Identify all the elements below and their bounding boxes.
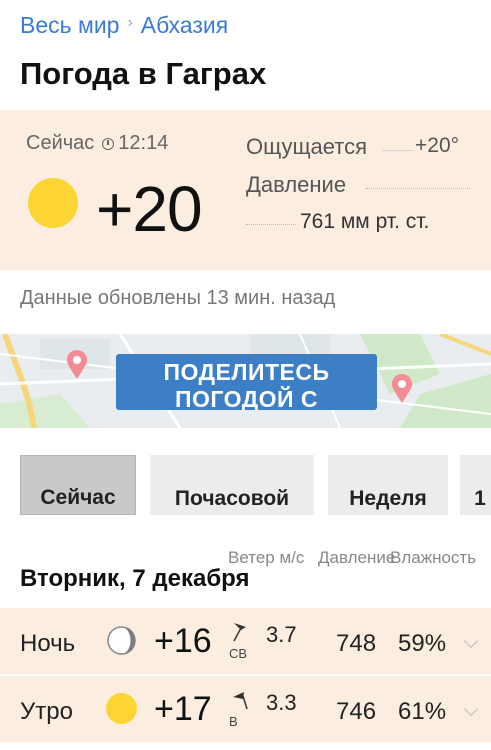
period-label: Утро (20, 698, 73, 725)
map-pin-icon (391, 374, 413, 409)
period-tabs: Сейчас Почасовой Неделя 1 (0, 455, 491, 515)
share-weather-button[interactable]: ПОДЕЛИТЕСЬ ПОГОДОЙ С (116, 354, 377, 410)
current-weather-card: Сейчас 12:14 +20 Ощущается +20° Давление… (0, 110, 491, 270)
dotted-leader (383, 150, 413, 151)
column-header-humidity: Влажность (390, 548, 477, 567)
feels-like-label: Ощущается (246, 134, 368, 159)
sun-icon (106, 693, 137, 724)
period-humidity: 59% (398, 630, 447, 657)
period-label: Ночь (20, 630, 76, 657)
period-temperature: +17 (154, 690, 212, 728)
moon-icon (106, 625, 137, 656)
forecast-row-morning[interactable]: Утро +17 В 3.3 746 61% (0, 676, 491, 742)
wind-arrow-icon (231, 621, 249, 648)
wind-direction: СВ (229, 646, 248, 661)
column-header-pressure: Давление (318, 548, 396, 567)
dotted-leader (366, 188, 470, 189)
breadcrumb-country-link[interactable]: Абхазия (141, 12, 228, 39)
page-title: Погода в Гаграх (20, 56, 267, 91)
feels-like-value: +20° (415, 134, 460, 157)
map-preview[interactable]: ПОДЕЛИТЕСЬ ПОГОДОЙ С (0, 334, 491, 428)
chevron-down-icon[interactable] (463, 633, 479, 649)
map-pin-icon (66, 350, 88, 385)
wind-arrow-icon (231, 689, 249, 716)
breadcrumb-chevron-icon: › (127, 13, 133, 31)
now-label: Сейчас (26, 132, 95, 154)
now-time: 12:14 (118, 132, 169, 154)
breadcrumb-world-link[interactable]: Весь мир (20, 12, 119, 39)
period-pressure: 746 (336, 698, 377, 725)
breadcrumb: Весь мир › Абхазия (20, 12, 228, 39)
forecast-row-night[interactable]: Ночь +16 СВ 3.7 748 59% (0, 608, 491, 674)
tab-now[interactable]: Сейчас (20, 455, 136, 515)
clock-icon (102, 137, 115, 150)
tab-week[interactable]: Неделя (328, 455, 448, 515)
now-label-group: Сейчас 12:14 (26, 132, 168, 155)
current-temperature: +20 (96, 173, 203, 245)
wind-speed: 3.3 (266, 690, 297, 715)
period-humidity: 61% (398, 698, 447, 725)
sun-icon (28, 178, 78, 228)
day-title: Вторник, 7 декабря (20, 565, 250, 592)
chevron-down-icon[interactable] (463, 701, 479, 717)
period-temperature: +16 (154, 622, 212, 660)
wind-speed: 3.7 (266, 622, 297, 647)
updated-status: Данные обновлены 13 мин. назад (20, 287, 336, 309)
pressure-value: 761 мм рт. ст. (300, 210, 430, 232)
tab-hourly[interactable]: Почасовой (150, 455, 314, 515)
tab-more[interactable]: 1 (460, 455, 491, 515)
wind-direction: В (229, 714, 238, 729)
dotted-leader (246, 224, 296, 225)
pressure-label: Давление (246, 172, 347, 197)
period-pressure: 748 (336, 630, 377, 657)
